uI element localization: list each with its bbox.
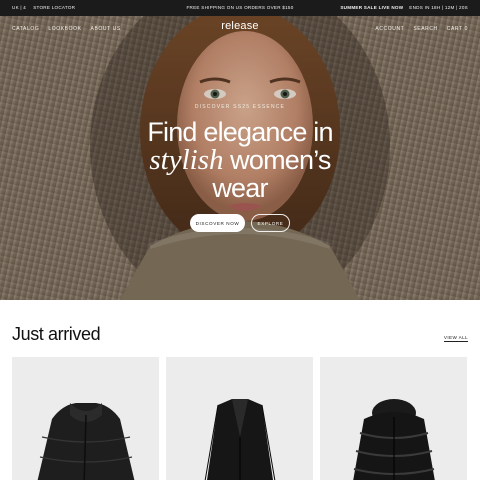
sale-countdown: ENDS IN 18H | 12M | 20S — [409, 5, 468, 10]
product-card[interactable] — [166, 357, 313, 480]
view-all-link[interactable]: VIEW ALL — [443, 335, 468, 342]
product-grid — [12, 357, 468, 480]
headline-line-2-rest: women’s — [223, 145, 331, 175]
headline-line-3: wear — [212, 173, 268, 203]
brand-logo[interactable]: release — [0, 20, 480, 32]
hero-banner: CATALOG LOOKBOOK ABOUT US ACCOUNT SEARCH… — [0, 16, 480, 300]
product-card[interactable] — [12, 357, 159, 480]
explore-button[interactable]: EXPLORE — [251, 214, 290, 232]
discover-now-button[interactable]: DISCOVER NOW — [190, 214, 245, 232]
hooded-puffer-jacket-image — [353, 399, 435, 480]
section-title-just-arrived: Just arrived — [12, 324, 101, 344]
product-card[interactable] — [320, 357, 467, 480]
announcement-bar: UK | £ STORE LOCATOR FREE SHIPPING ON US… — [0, 0, 480, 16]
hero-headline: Find elegance in stylish women’s wear — [0, 118, 480, 202]
sale-message[interactable]: SUMMER SALE LIVE NOW — [340, 5, 403, 10]
headline-line-1: Find elegance in — [147, 117, 333, 147]
hero-actions: DISCOVER NOW EXPLORE — [0, 214, 480, 232]
black-blazer-image — [204, 399, 276, 480]
hero-eyebrow: DISCOVER SS25 ESSENCE — [194, 104, 286, 110]
puffer-wrap-coat-image — [37, 403, 135, 480]
headline-line-2: stylish women’s — [0, 144, 480, 176]
headline-italic-word: stylish — [149, 144, 224, 176]
